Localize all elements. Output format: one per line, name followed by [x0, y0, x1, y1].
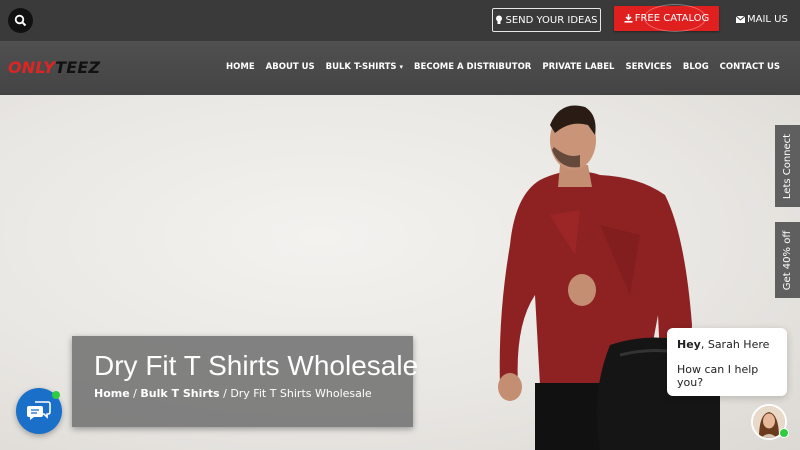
online-status-dot: [779, 428, 789, 438]
discount-label: Get 40% off: [782, 230, 794, 290]
chevron-down-icon: ▾: [399, 63, 404, 71]
top-bar: SEND YOUR IDEAS FREE CATALOG MAIL US: [0, 0, 800, 41]
launcher-online-dot: [52, 391, 60, 399]
breadcrumb-bulk-tshirts[interactable]: Bulk T Shirts: [140, 387, 219, 400]
nav-contact-us[interactable]: CONTACT US: [720, 62, 780, 72]
search-icon: [14, 14, 27, 27]
nav-links: HOME ABOUT US BULK T-SHIRTS ▾ BECOME A DI…: [226, 62, 780, 72]
chat-icon: [27, 401, 51, 420]
chat-greeting-rest: , Sarah Here: [700, 338, 770, 351]
envelope-icon: [736, 16, 745, 23]
nav-blog[interactable]: BLOG: [683, 62, 709, 72]
chat-greeting-bubble[interactable]: Hey, Sarah Here How can I help you?: [667, 328, 787, 396]
hero-banner: Dry Fit T Shirts Wholesale Home / Bulk T…: [0, 95, 800, 450]
breadcrumb-home[interactable]: Home: [94, 387, 130, 400]
breadcrumb-current: Dry Fit T Shirts Wholesale: [230, 387, 372, 400]
nav-home[interactable]: HOME: [226, 62, 255, 72]
nav-become-distributor[interactable]: BECOME A DISTRIBUTOR: [414, 62, 531, 72]
breadcrumb-separator: /: [219, 387, 231, 400]
send-ideas-label: SEND YOUR IDEAS: [505, 14, 598, 26]
chat-greeting-bold: Hey: [677, 338, 701, 351]
nav-private-label[interactable]: PRIVATE LABEL: [542, 62, 614, 72]
lets-connect-label: Lets Connect: [782, 133, 793, 199]
page-title: Dry Fit T Shirts Wholesale: [94, 350, 419, 381]
download-icon: [624, 14, 633, 23]
nav-bulk-tshirts-label: BULK T-SHIRTS: [325, 62, 397, 72]
pulse-ring: [644, 4, 706, 32]
breadcrumb-separator: /: [129, 387, 141, 400]
mail-us-label: MAIL US: [747, 14, 788, 25]
free-catalog-button[interactable]: FREE CATALOG: [614, 4, 719, 32]
logo-part-teez: TEEZ: [55, 58, 101, 77]
chat-greeting-line: Hey, Sarah Here: [677, 338, 769, 351]
site-logo[interactable]: ONLYTEEZ: [8, 58, 100, 77]
main-navbar: ONLYTEEZ HOME ABOUT US BULK T-SHIRTS ▾ BE…: [0, 41, 800, 95]
lightbulb-icon: [496, 15, 503, 24]
nav-about-us[interactable]: ABOUT US: [266, 62, 315, 72]
search-button[interactable]: [8, 8, 33, 33]
mail-us-link[interactable]: MAIL US: [736, 14, 788, 25]
logo-part-only: ONLY: [8, 58, 56, 77]
lets-connect-tab[interactable]: Lets Connect: [775, 125, 800, 207]
hero-title-box: Dry Fit T Shirts Wholesale Home / Bulk T…: [72, 336, 418, 427]
hero-model-image: [498, 105, 720, 450]
nav-bulk-tshirts[interactable]: BULK T-SHIRTS ▾: [326, 62, 403, 72]
discount-tab[interactable]: Get 40% off: [775, 222, 800, 298]
nav-services[interactable]: SERVICES: [625, 62, 671, 72]
chat-help-line: How can I help you?: [677, 363, 759, 389]
send-ideas-button[interactable]: SEND YOUR IDEAS: [492, 8, 601, 32]
breadcrumb: Home / Bulk T Shirts / Dry Fit T Shirts …: [94, 387, 372, 400]
